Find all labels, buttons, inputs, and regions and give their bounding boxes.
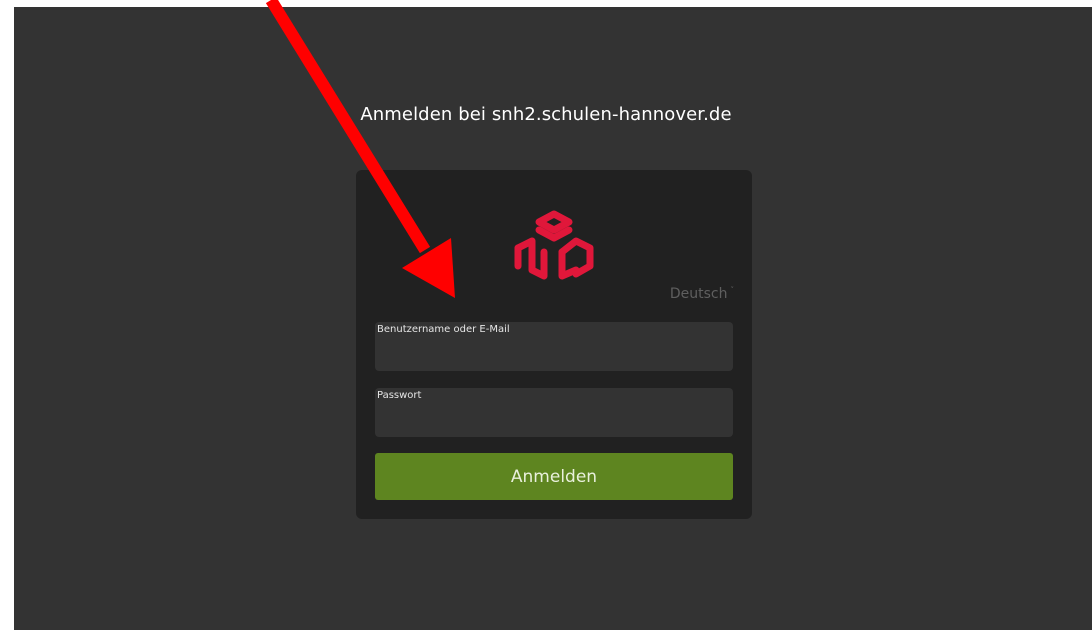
chevron-down-icon: ˅	[730, 286, 735, 294]
password-input[interactable]	[375, 407, 733, 437]
password-field[interactable]: Passwort	[375, 388, 733, 437]
login-button[interactable]: Anmelden	[375, 453, 733, 500]
language-select[interactable]: Deutsch ˅	[670, 286, 734, 302]
cube-logo-icon	[514, 210, 594, 280]
username-label: Benutzername oder E-Mail	[377, 324, 510, 335]
language-label: Deutsch	[669, 286, 728, 302]
login-card: Deutsch ˅ Benutzername oder E-Mail Passwo…	[356, 170, 752, 519]
password-label: Passwort	[377, 390, 422, 401]
username-input[interactable]	[375, 341, 733, 371]
page-title: Anmelden bei snh2.schulen-hannover.de	[360, 104, 732, 125]
username-field[interactable]: Benutzername oder E-Mail	[375, 322, 733, 371]
